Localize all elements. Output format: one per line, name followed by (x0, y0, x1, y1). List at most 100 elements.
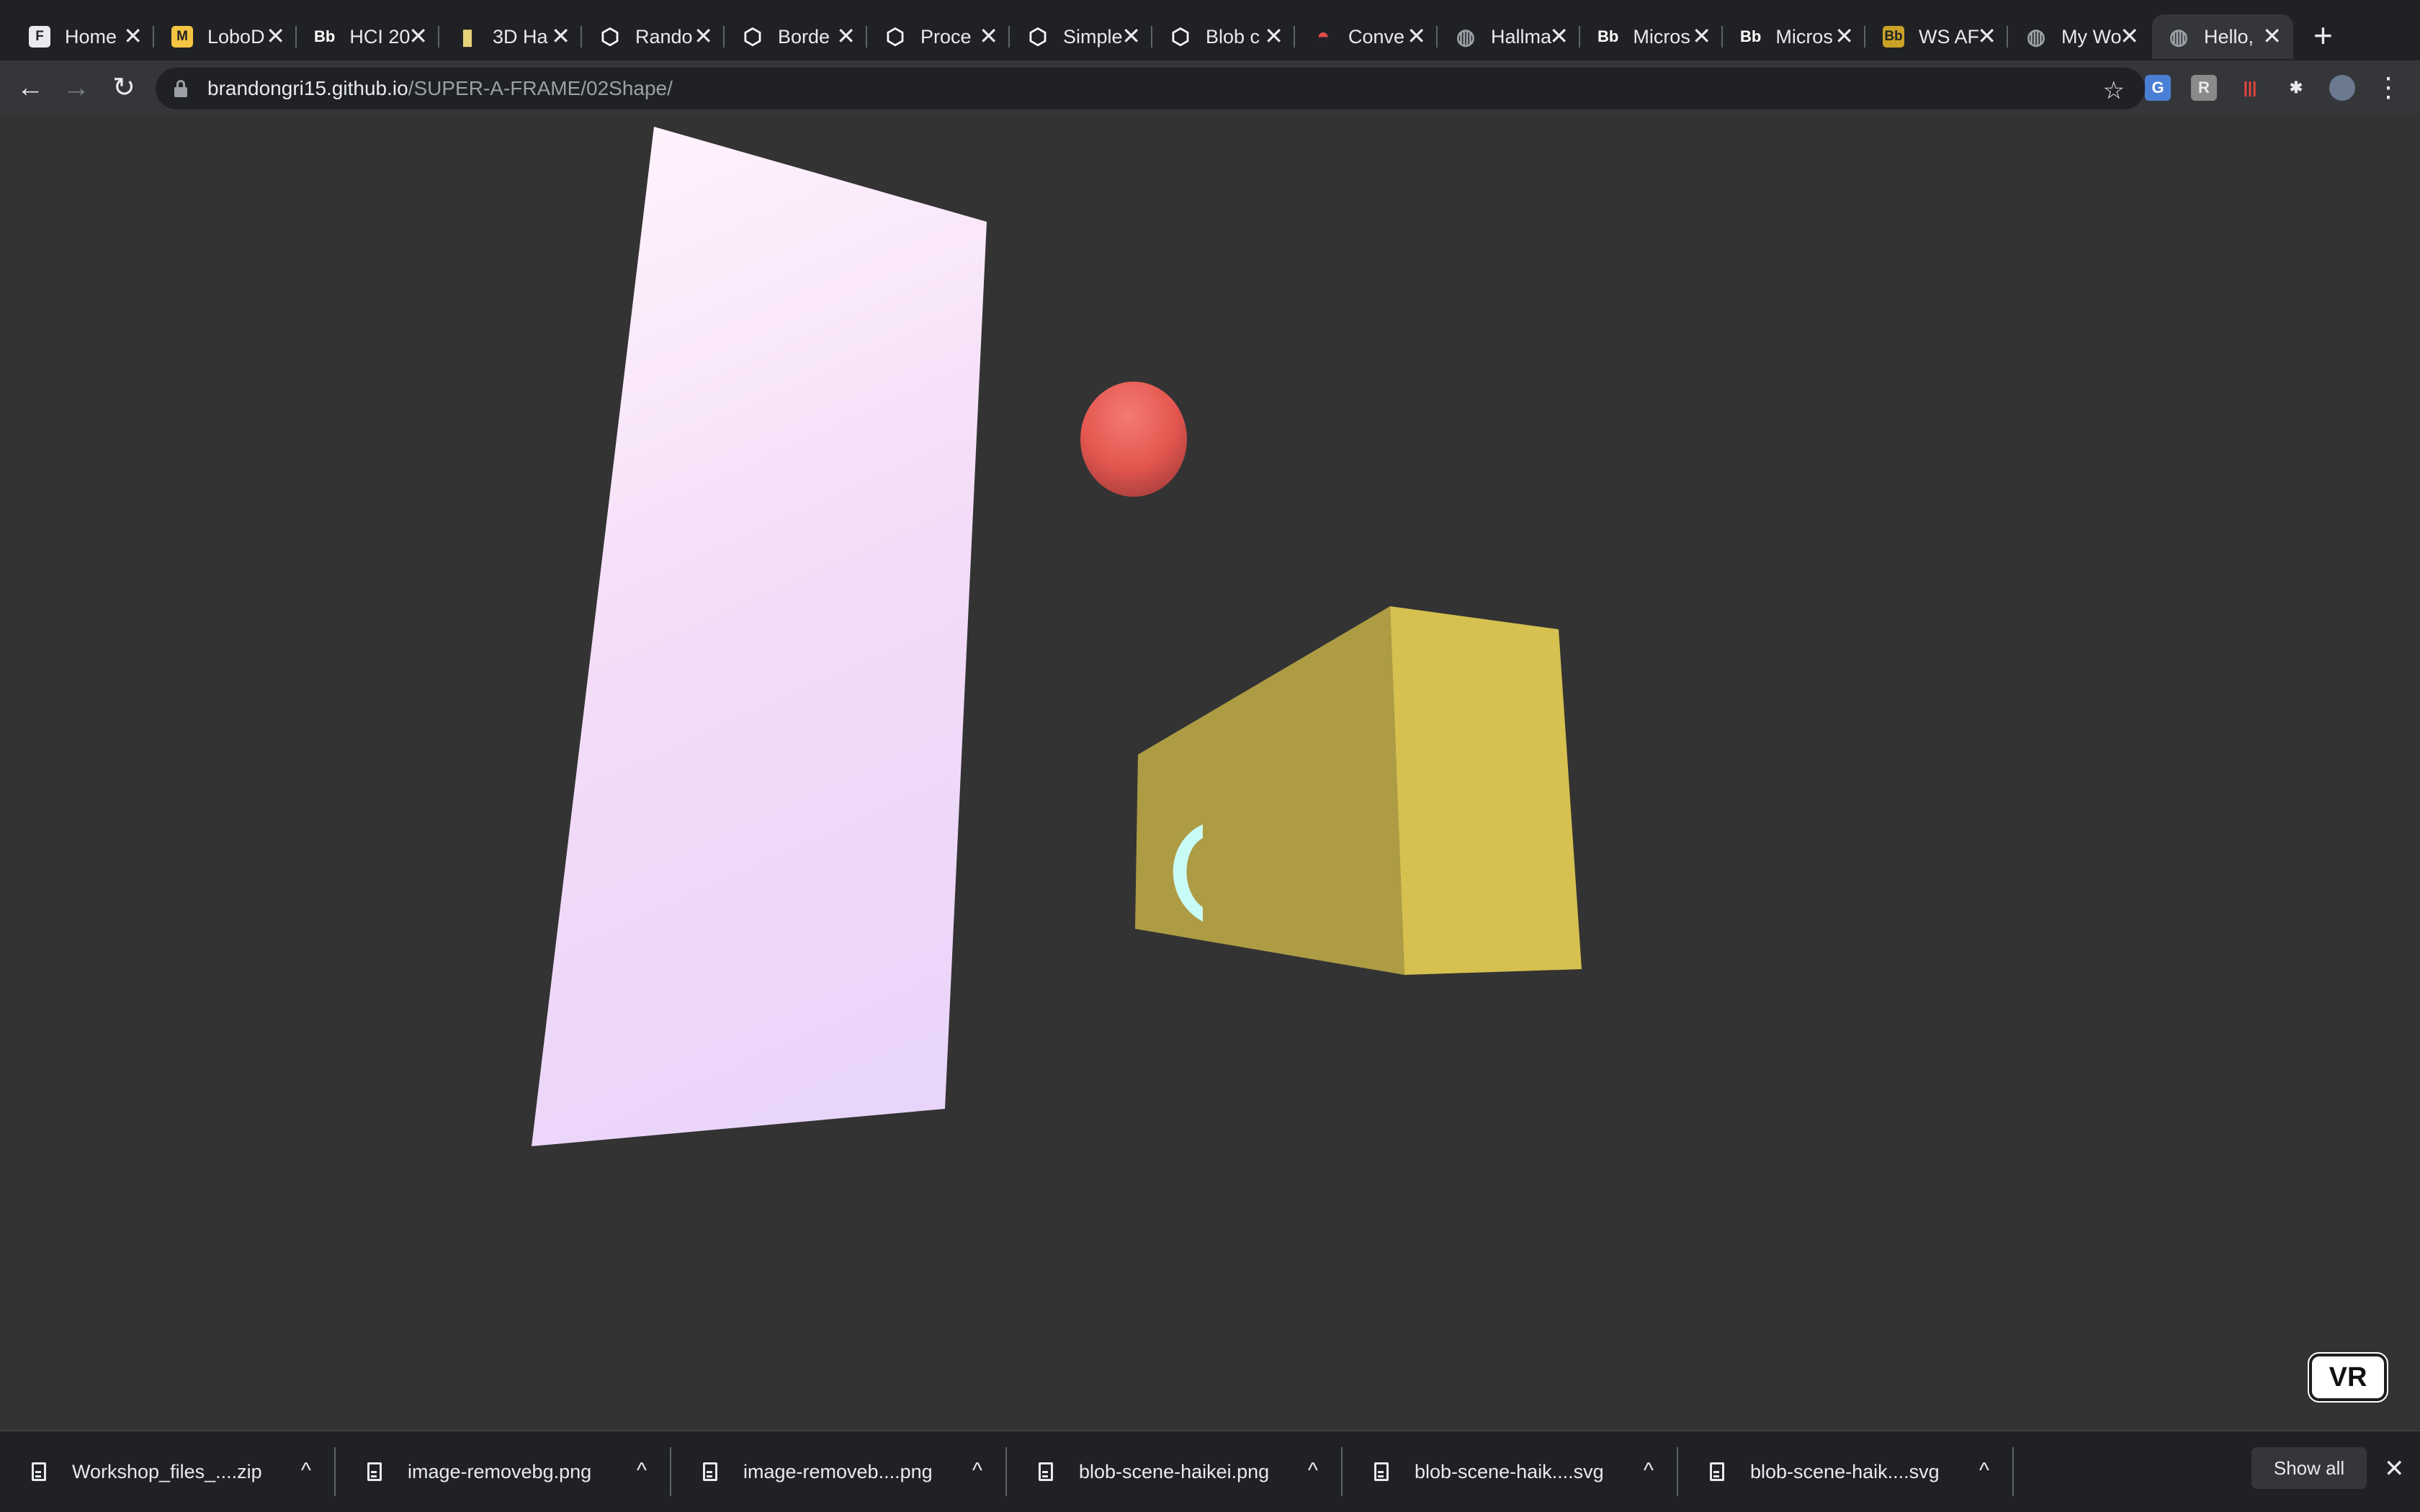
close-tab-icon[interactable]: ✕ (408, 24, 428, 48)
file-icon (367, 1462, 382, 1481)
close-tab-icon[interactable]: ✕ (1977, 24, 1996, 48)
plane-shape (532, 127, 987, 1146)
tab-14[interactable]: ◍ My Wo ✕ (2009, 14, 2151, 59)
download-item[interactable]: image-removeb....png ^ (671, 1431, 1007, 1512)
downloads-shelf: Workshop_files_....zip ^ image-removebg.pn… (0, 1430, 2420, 1512)
tab-15[interactable]: ◍ Hello, ✕ (2152, 14, 2293, 59)
kami-icon[interactable]: ||| (2237, 75, 2263, 101)
tab-title: Hallma (1491, 25, 1552, 48)
close-tab-icon[interactable]: ✕ (266, 24, 285, 48)
address-bar[interactable]: brandongri15.github.io/SUPER-A-FRAME/02S… (156, 68, 2145, 109)
puzzle-icon[interactable]: ✱ (2283, 75, 2309, 101)
tab-2[interactable]: Bb HCI 20 ✕ (298, 14, 439, 59)
tab-7[interactable]: ⬡ Simple ✕ (1011, 14, 1152, 59)
blackboard-icon: Bb (1740, 27, 1762, 45)
close-tab-icon[interactable]: ✕ (836, 24, 856, 48)
tab-title: Borde (778, 25, 830, 48)
tab-title: Conve (1348, 25, 1405, 48)
tab-separator (438, 26, 439, 48)
tab-separator (1151, 26, 1152, 48)
download-filename: Workshop_files_....zip (72, 1460, 262, 1482)
sphere-shape (1080, 382, 1187, 497)
tab-12[interactable]: Bb Micros ✕ (1724, 14, 1865, 59)
codepen-icon: ⬡ (600, 24, 620, 49)
box-front-face (1135, 606, 1404, 975)
close-tab-icon[interactable]: ✕ (551, 24, 570, 48)
show-all-downloads-button[interactable]: Show all (2251, 1447, 2367, 1489)
reload-button[interactable]: ↻ (109, 73, 138, 102)
chevron-up-icon[interactable]: ^ (637, 1459, 647, 1483)
download-item[interactable]: blob-scene-haik....svg ^ (1343, 1431, 1678, 1512)
url-text[interactable]: brandongri15.github.io/SUPER-A-FRAME/02S… (207, 77, 673, 100)
tab-title: Micros (1633, 25, 1690, 48)
chevron-up-icon[interactable]: ^ (1979, 1459, 1989, 1483)
close-tab-icon[interactable]: ✕ (2262, 24, 2282, 48)
tab-9[interactable]: ◓ Conve ✕ (1296, 14, 1438, 59)
figma-icon: F (29, 26, 50, 48)
chevron-up-icon[interactable]: ^ (1644, 1459, 1654, 1483)
tab-title: WS AF (1919, 25, 1980, 48)
download-filename: blob-scene-haikei.png (1079, 1460, 1270, 1482)
browser-toolbar: ← → ↻ brandongri15.github.io/SUPER-A-FRA… (0, 60, 2420, 115)
download-separator (2012, 1447, 2014, 1496)
download-item[interactable]: Workshop_files_....zip ^ (0, 1431, 336, 1512)
tab-5[interactable]: ⬡ Borde ✕ (726, 14, 867, 59)
close-tab-icon[interactable]: ✕ (1407, 24, 1426, 48)
url-path: /SUPER-A-FRAME/02Shape/ (408, 77, 673, 99)
bookmark-star-icon[interactable]: ☆ (2103, 76, 2125, 105)
tab-title: Home (65, 25, 117, 48)
new-tab-button[interactable]: + (2313, 16, 2333, 55)
tab-separator (723, 26, 725, 48)
extension-r-icon[interactable]: R (2191, 75, 2217, 101)
vr-mode-button[interactable]: VR (2308, 1352, 2388, 1403)
file-icon (1710, 1462, 1724, 1481)
tab-title: My Wo (2061, 25, 2122, 48)
download-item[interactable]: image-removebg.png ^ (336, 1431, 671, 1512)
converter-icon: ◓ (1316, 24, 1330, 48)
close-tab-icon[interactable]: ✕ (1121, 24, 1141, 48)
tab-separator (866, 26, 867, 48)
close-tab-icon[interactable]: ✕ (694, 24, 713, 48)
aframe-scene[interactable]: VR (0, 115, 2420, 1430)
close-tab-icon[interactable]: ✕ (1549, 24, 1569, 48)
lock-icon[interactable] (174, 80, 187, 97)
profile-avatar-icon[interactable] (2329, 75, 2355, 101)
tab-title: Micros (1775, 25, 1833, 48)
download-item[interactable]: blob-scene-haikei.png ^ (1007, 1431, 1343, 1512)
tab-10[interactable]: ◍ Hallma ✕ (1439, 14, 1580, 59)
translate-icon[interactable]: G (2145, 75, 2171, 101)
tab-3[interactable]: ▮ 3D Ha ✕ (441, 14, 582, 59)
back-button[interactable]: ← (16, 73, 45, 102)
close-tab-icon[interactable]: ✕ (2120, 24, 2139, 48)
chevron-up-icon[interactable]: ^ (1308, 1459, 1318, 1483)
blackboard-icon: Bb (314, 27, 336, 45)
tab-8[interactable]: ⬡ Blob c ✕ (1154, 14, 1295, 59)
tab-0[interactable]: F Home ✕ (13, 14, 154, 59)
tab-separator (1294, 26, 1295, 48)
tab-1[interactable]: M LoboD ✕ (156, 14, 297, 59)
chevron-up-icon[interactable]: ^ (972, 1459, 982, 1483)
close-tab-icon[interactable]: ✕ (1692, 24, 1711, 48)
tab-separator (153, 26, 154, 48)
tab-separator (1436, 26, 1438, 48)
globe-icon: ◍ (1456, 24, 1476, 49)
tab-6[interactable]: ⬡ Proce ✕ (869, 14, 1010, 59)
close-shelf-icon[interactable]: ✕ (2384, 1454, 2405, 1483)
close-tab-icon[interactable]: ✕ (1834, 24, 1854, 48)
tab-13[interactable]: Bb WS AF ✕ (1867, 14, 2008, 59)
tab-title: 3D Ha (493, 25, 548, 48)
close-tab-icon[interactable]: ✕ (123, 24, 143, 48)
codepen-icon: ⬡ (885, 24, 905, 49)
download-filename: image-removeb....png (743, 1460, 933, 1482)
close-tab-icon[interactable]: ✕ (979, 24, 998, 48)
chevron-up-icon[interactable]: ^ (301, 1459, 311, 1483)
download-filename: image-removebg.png (408, 1460, 592, 1482)
close-tab-icon[interactable]: ✕ (1264, 24, 1283, 48)
tab-4[interactable]: ⬡ Rando ✕ (583, 14, 725, 59)
file-icon (703, 1462, 717, 1481)
tab-title: LoboD (207, 25, 265, 48)
download-item[interactable]: blob-scene-haik....svg ^ (1678, 1431, 2014, 1512)
forward-button[interactable]: → (62, 73, 91, 102)
tab-11[interactable]: Bb Micros ✕ (1582, 14, 1723, 59)
chrome-menu-button[interactable]: ⋮ (2374, 73, 2403, 102)
